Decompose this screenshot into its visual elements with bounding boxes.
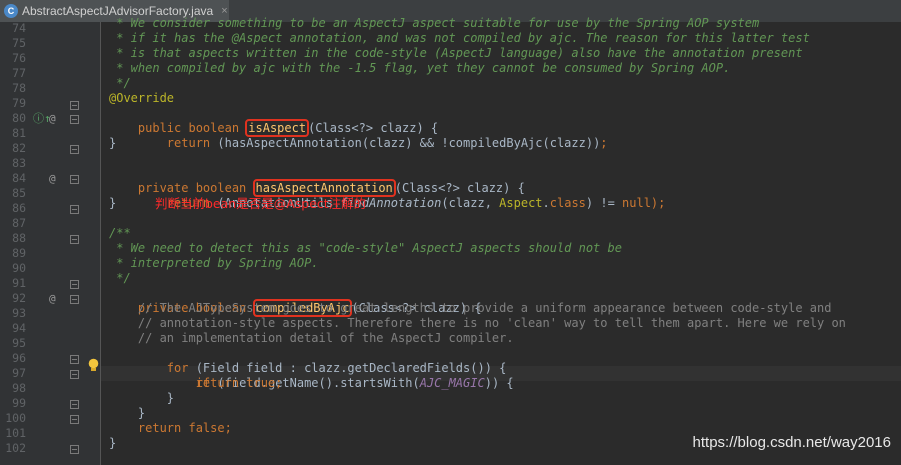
code-line: * when compiled by ajc with the -1.5 fla… bbox=[109, 61, 731, 75]
code-line: * We consider something to be an AspectJ… bbox=[109, 16, 760, 30]
line-number: 88 bbox=[12, 231, 26, 245]
code-line: * We need to detect this as "code-style"… bbox=[109, 241, 622, 255]
code-line: * interpreted by Spring AOP. bbox=[109, 256, 319, 270]
code-text: . bbox=[542, 196, 550, 210]
code-text: (hasAspectAnnotation(clazz) && !compiled… bbox=[217, 136, 601, 150]
line-number: 90 bbox=[12, 261, 26, 275]
line-number: 98 bbox=[12, 381, 26, 395]
fold-collapse-icon[interactable] bbox=[70, 355, 79, 364]
code-text: (clazz, bbox=[441, 196, 500, 210]
code-keyword: null bbox=[622, 196, 651, 210]
line-number: 79 bbox=[12, 96, 26, 110]
line-number: 78 bbox=[12, 81, 26, 95]
fold-end-icon[interactable] bbox=[70, 145, 79, 154]
override-marker-icon[interactable]: @ bbox=[49, 111, 56, 126]
code-line: if (field.getName().startsWith(AJC_MAGIC… bbox=[109, 361, 514, 390]
line-number: 91 bbox=[12, 276, 26, 290]
code-line: } bbox=[109, 406, 146, 420]
code-line: return false; bbox=[109, 421, 232, 435]
code-text: )) { bbox=[484, 376, 514, 390]
line-number: 83 bbox=[12, 156, 26, 170]
fold-end-icon[interactable] bbox=[70, 415, 79, 424]
code-line: * if it has the @Aspect annotation, and … bbox=[109, 31, 810, 45]
line-number-gutter[interactable]: 74 75 76 77 78 79 80 81 82 83 84 85 86 8… bbox=[0, 21, 101, 465]
code-line: } bbox=[109, 391, 175, 405]
line-number: 80 bbox=[12, 111, 26, 125]
code-constant: AJC_MAGIC bbox=[419, 376, 485, 390]
code-line: * is that aspects written in the code-st… bbox=[109, 46, 803, 60]
code-keyword: ); bbox=[650, 196, 666, 210]
line-number: 74 bbox=[12, 21, 26, 35]
code-line: for (Field field : clazz.getDeclaredFiel… bbox=[109, 346, 507, 375]
code-line: */ bbox=[109, 76, 131, 90]
code-line: @Override bbox=[109, 91, 175, 105]
line-number: 101 bbox=[5, 426, 26, 440]
fold-collapse-icon[interactable] bbox=[70, 295, 79, 304]
line-number: 86 bbox=[12, 201, 26, 215]
code-text: Aspect bbox=[499, 196, 543, 210]
code-text: ) != bbox=[585, 196, 623, 210]
intention-bulb-icon[interactable] bbox=[87, 358, 100, 373]
code-keyword: return bbox=[137, 136, 218, 150]
fold-collapse-icon[interactable] bbox=[70, 115, 79, 124]
code-line: } bbox=[109, 436, 117, 450]
code-line: // The AJTypeSystem goes to great length… bbox=[109, 301, 832, 315]
override-marker-icon[interactable]: @ bbox=[49, 171, 56, 186]
line-number: 102 bbox=[5, 441, 26, 455]
code-line: private boolean hasAspectAnnotation (Clas… bbox=[109, 166, 525, 197]
code-line: public boolean isAspect (Class<?> clazz) … bbox=[109, 106, 438, 137]
annotation-note: 判断当前bean是否是@Aspect注解的 bbox=[155, 196, 367, 211]
line-number: 82 bbox=[12, 141, 26, 155]
fold-collapse-icon[interactable] bbox=[70, 235, 79, 244]
fold-collapse-icon[interactable] bbox=[70, 101, 79, 110]
code-line: // annotation-style aspects. Therefore t… bbox=[109, 316, 846, 330]
line-number: 94 bbox=[12, 321, 26, 335]
fold-collapse-icon[interactable] bbox=[70, 370, 79, 379]
override-marker-icon[interactable]: @ bbox=[49, 291, 56, 306]
code-line: */ bbox=[109, 271, 131, 285]
line-number: 99 bbox=[12, 396, 26, 410]
code-keyword: class bbox=[549, 196, 586, 210]
line-number: 75 bbox=[12, 36, 26, 50]
code-line: } bbox=[109, 196, 117, 210]
line-number: 96 bbox=[12, 351, 26, 365]
line-number: 87 bbox=[12, 216, 26, 230]
code-keyword: ; bbox=[600, 136, 608, 150]
line-number: 97 bbox=[12, 366, 26, 380]
code-line: return (hasAspectAnnotation(clazz) && !c… bbox=[109, 121, 608, 150]
fold-end-icon[interactable] bbox=[70, 400, 79, 409]
code-line: private boolean compiledByAjc (Class<?> c… bbox=[109, 286, 481, 317]
line-number: 76 bbox=[12, 51, 26, 65]
code-line: return (AnnotationUtils.findAnnotation(c… bbox=[109, 181, 666, 210]
line-number: 77 bbox=[12, 66, 26, 80]
code-line: } bbox=[109, 136, 117, 150]
line-number: 93 bbox=[12, 306, 26, 320]
code-line: return true; bbox=[109, 376, 283, 390]
fold-end-icon[interactable] bbox=[70, 445, 79, 454]
line-number: 95 bbox=[12, 336, 26, 350]
fold-end-icon[interactable] bbox=[70, 280, 79, 289]
code-line: // an implementation detail of the Aspec… bbox=[109, 331, 514, 345]
line-number: 81 bbox=[12, 126, 26, 140]
line-number: 84 bbox=[12, 171, 26, 185]
code-editor[interactable]: * We consider something to be an AspectJ… bbox=[101, 16, 901, 465]
java-class-icon: C bbox=[4, 4, 18, 18]
code-line: /** bbox=[109, 226, 131, 240]
fold-collapse-icon[interactable] bbox=[70, 175, 79, 184]
watermark: https://blog.csdn.net/way2016 bbox=[692, 434, 891, 451]
line-number: 100 bbox=[5, 411, 26, 425]
line-number: 89 bbox=[12, 246, 26, 260]
line-number: 85 bbox=[12, 186, 26, 200]
line-number: 92 bbox=[12, 291, 26, 305]
implements-method-icon[interactable]: ⓘ↑ bbox=[33, 111, 51, 126]
fold-end-icon[interactable] bbox=[70, 205, 79, 214]
